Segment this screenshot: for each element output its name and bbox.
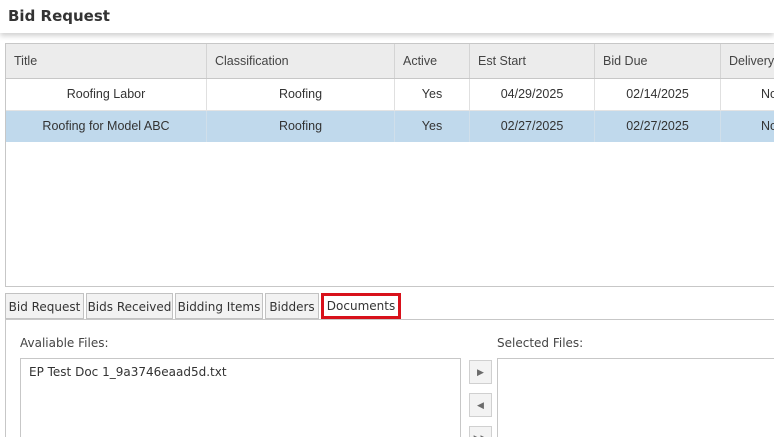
move-left-button[interactable]: ◀ [469, 393, 492, 417]
column-header-bid-due[interactable]: Bid Due [595, 44, 721, 78]
column-header-active[interactable]: Active [395, 44, 470, 78]
tab-strip: Bid Request Bids Received Bidding Items … [5, 293, 774, 320]
cell-bid-due: 02/14/2025 [595, 79, 721, 110]
tab-bid-request[interactable]: Bid Request [5, 293, 84, 319]
column-header-delivery[interactable]: Delivery [721, 44, 774, 78]
table-row[interactable]: Roofing Labor Roofing Yes 04/29/2025 02/… [6, 79, 774, 111]
move-right-icon: ▶ [477, 367, 484, 377]
column-header-classification[interactable]: Classification [207, 44, 395, 78]
cell-est-start: 02/27/2025 [470, 111, 595, 142]
list-item[interactable]: EP Test Doc 1_9a3746eaad5d.txt [29, 365, 227, 379]
cell-title: Roofing for Model ABC [6, 111, 207, 142]
bid-request-grid: Title Classification Active Est Start Bi… [5, 43, 774, 287]
cell-bid-due: 02/27/2025 [595, 111, 721, 142]
move-right-button[interactable]: ▶ [469, 360, 492, 384]
available-files-label: Avaliable Files: [20, 336, 109, 350]
available-files-list[interactable]: EP Test Doc 1_9a3746eaad5d.txt [20, 358, 461, 437]
cell-active: Yes [395, 111, 470, 142]
bid-request-page: Bid Request Title Classification Active … [0, 0, 774, 437]
selected-files-label: Selected Files: [497, 336, 584, 350]
cell-classification: Roofing [207, 79, 395, 110]
title-bar: Bid Request [0, 0, 774, 33]
cell-est-start: 04/29/2025 [470, 79, 595, 110]
move-left-icon: ◀ [477, 400, 484, 410]
tab-bidders[interactable]: Bidders [265, 293, 319, 319]
move-all-right-button[interactable]: ▶▶ [469, 426, 492, 437]
page-title: Bid Request [8, 7, 110, 25]
cell-delivery: No [721, 79, 774, 110]
grid-header: Title Classification Active Est Start Bi… [6, 44, 774, 79]
tab-bids-received[interactable]: Bids Received [86, 293, 173, 319]
column-header-title[interactable]: Title [6, 44, 207, 78]
cell-active: Yes [395, 79, 470, 110]
tab-documents[interactable]: Documents [321, 293, 401, 319]
table-row-selected[interactable]: Roofing for Model ABC Roofing Yes 02/27/… [6, 111, 774, 142]
selected-files-list[interactable] [497, 358, 774, 437]
tab-bidding-items[interactable]: Bidding Items [175, 293, 263, 319]
cell-delivery: No [721, 111, 774, 142]
cell-title: Roofing Labor [6, 79, 207, 110]
column-header-est-start[interactable]: Est Start [470, 44, 595, 78]
cell-classification: Roofing [207, 111, 395, 142]
move-all-right-icon: ▶▶ [474, 433, 488, 437]
